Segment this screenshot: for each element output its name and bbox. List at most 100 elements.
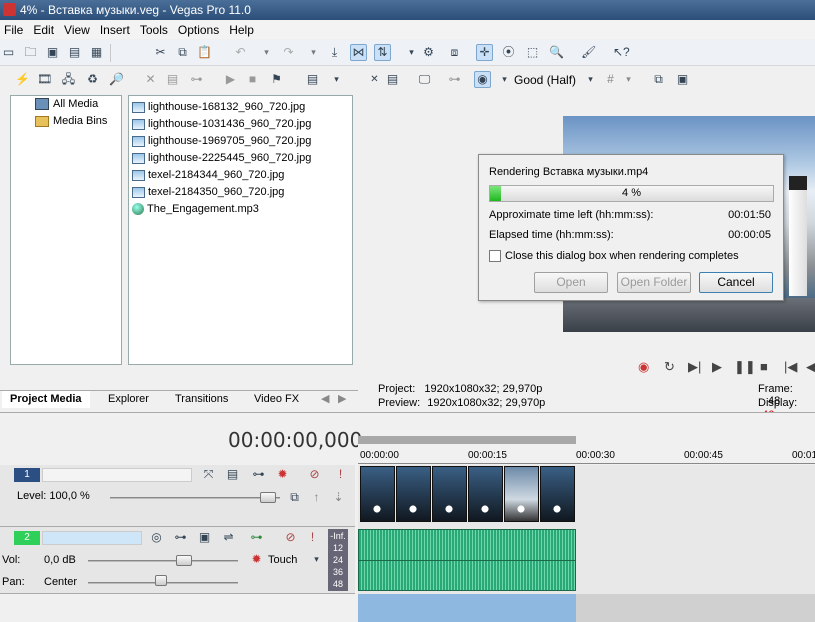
- open-button[interactable]: Open: [534, 272, 608, 293]
- close-when-done-checkbox[interactable]: Close this dialog box when rendering com…: [489, 250, 739, 262]
- ripple-edit-icon[interactable]: ⇅: [374, 44, 391, 61]
- video-event-clip[interactable]: [540, 466, 575, 522]
- level-slider-track[interactable]: [110, 497, 280, 499]
- vol-slider-thumb[interactable]: [176, 555, 192, 566]
- video-event-clip[interactable]: [432, 466, 467, 522]
- list-item[interactable]: lighthouse-2225445_960_720.jpg: [132, 150, 311, 166]
- menu-edit[interactable]: Edit: [29, 23, 60, 37]
- copy-snapshot-icon[interactable]: ⧉: [650, 71, 667, 88]
- auto-crossfade-icon[interactable]: ⋈: [350, 44, 367, 61]
- overlays-grid-icon[interactable]: #: [602, 71, 619, 88]
- tab-transitions[interactable]: Transitions: [167, 391, 236, 408]
- invert-phase-icon[interactable]: ⊶: [172, 529, 189, 546]
- make-child-icon[interactable]: ⇣: [330, 489, 347, 506]
- selection-tool-icon[interactable]: ⬚: [524, 44, 541, 61]
- views-dropdown-icon[interactable]: ▾: [328, 71, 345, 88]
- properties-icon[interactable]: ▤: [66, 44, 83, 61]
- redo-icon[interactable]: ↷: [280, 44, 297, 61]
- paste-icon[interactable]: 📋: [196, 44, 213, 61]
- menu-view[interactable]: View: [60, 23, 96, 37]
- track-fx-icon[interactable]: ▤: [224, 466, 241, 483]
- record-icon[interactable]: ◉: [638, 359, 649, 375]
- copy-icon[interactable]: ⧉: [174, 44, 191, 61]
- external-monitor-icon[interactable]: 🖵: [416, 71, 433, 88]
- menu-tools[interactable]: Tools: [136, 23, 174, 37]
- mute-icon[interactable]: ⊘: [282, 529, 299, 546]
- timeline-ruler[interactable]: 00:00:00 00:00:15 00:00:30 00:00:45 00:0…: [358, 436, 815, 466]
- solo-icon[interactable]: !: [304, 529, 321, 546]
- lock-envelopes-icon[interactable]: ⚙: [420, 44, 437, 61]
- tabs-scroll-right-icon[interactable]: ▶: [335, 391, 349, 408]
- tree-item-media-bins[interactable]: Media Bins: [35, 115, 107, 127]
- stop-icon[interactable]: ■: [760, 359, 768, 374]
- video-event-clip[interactable]: [468, 466, 503, 522]
- overlays-dropdown-icon[interactable]: ▾: [620, 71, 637, 88]
- list-item[interactable]: lighthouse-1969705_960_720.jpg: [132, 133, 311, 149]
- normal-edit-tool-icon[interactable]: ✛: [476, 44, 493, 61]
- video-event-clip[interactable]: [504, 466, 539, 522]
- preview-quality-select[interactable]: Good (Half): [514, 73, 576, 87]
- make-parent-icon[interactable]: ↑: [308, 489, 325, 506]
- list-item[interactable]: The_Engagement.mp3: [132, 201, 259, 217]
- quality-dropdown-icon[interactable]: ▾: [582, 71, 599, 88]
- open-folder-button[interactable]: Open Folder: [617, 272, 691, 293]
- open-icon[interactable]: 🗀: [22, 44, 39, 61]
- empty-track-area[interactable]: [358, 594, 815, 622]
- play-icon[interactable]: ▶: [222, 71, 239, 88]
- pause-icon[interactable]: ❚❚: [734, 359, 756, 375]
- checkbox-box[interactable]: [489, 250, 501, 262]
- video-track-header[interactable]: 1 ⤧ ▤ ⊶ ✹ ⊘ ! Level: 100,0 % ⧉ ↑ ⇣: [0, 465, 355, 527]
- undo-dropdown-icon[interactable]: ▾: [258, 44, 275, 61]
- vol-slider-track[interactable]: [88, 560, 238, 562]
- audio-track-header[interactable]: 2 ◎ ⊶ ▣ ⇌ ⊶ ⊘ ! Vol: 0,0 dB ✹ Touch ▾ Pa…: [0, 527, 355, 594]
- remove-unused-icon[interactable]: ♻: [84, 71, 101, 88]
- loop-playback-icon[interactable]: ↻: [664, 359, 675, 375]
- auto-preview-icon[interactable]: ⚑: [268, 71, 285, 88]
- go-to-end-icon[interactable]: ◀: [806, 359, 815, 375]
- new-icon[interactable]: ▭: [0, 44, 17, 61]
- audio-track-lane[interactable]: [358, 527, 815, 595]
- video-event-clip[interactable]: [360, 466, 395, 522]
- list-item[interactable]: texel-2184350_960_720.jpg: [132, 184, 284, 200]
- compositing-icon[interactable]: ⊶: [250, 466, 267, 483]
- zoom-tool-icon[interactable]: 🔍: [548, 44, 565, 61]
- ignore-grouping-icon[interactable]: ⧈: [446, 44, 463, 61]
- tab-video-fx[interactable]: Video FX: [246, 391, 307, 408]
- mode-dropdown-icon[interactable]: ▾: [308, 551, 325, 568]
- track-fx-icon[interactable]: ▣: [196, 529, 213, 546]
- video-track-lane[interactable]: [358, 465, 815, 527]
- preview-fx-icon[interactable]: ⊶: [446, 71, 463, 88]
- render-icon[interactable]: ▦: [88, 44, 105, 61]
- track-motion-icon[interactable]: ⤧: [200, 466, 217, 483]
- track-name-field[interactable]: [42, 531, 142, 545]
- menu-file[interactable]: File: [0, 23, 29, 37]
- arm-record-icon[interactable]: ◎: [148, 529, 165, 546]
- tab-project-media[interactable]: Project Media: [2, 391, 90, 408]
- undo-icon[interactable]: ↶: [232, 44, 249, 61]
- tab-explorer[interactable]: Explorer: [100, 391, 157, 408]
- loop-region-bar[interactable]: [358, 436, 576, 444]
- go-to-start-icon[interactable]: |◀: [784, 359, 797, 375]
- routing-icon[interactable]: ⊶: [248, 529, 265, 546]
- paint-tool-icon[interactable]: 🖌: [580, 44, 597, 61]
- gear-icon[interactable]: ✹: [274, 466, 291, 483]
- audio-event-clip[interactable]: [358, 529, 576, 591]
- snap-icon[interactable]: ⤓: [326, 44, 343, 61]
- stop-icon[interactable]: ■: [244, 71, 261, 88]
- envelope-tool-icon[interactable]: ⦿: [500, 44, 517, 61]
- cancel-button[interactable]: Cancel: [699, 272, 773, 293]
- track-name-field[interactable]: [42, 468, 192, 482]
- video-event-clip[interactable]: [396, 466, 431, 522]
- automation-mode-select[interactable]: Touch: [268, 554, 297, 566]
- media-plugin-icon[interactable]: ⊶: [188, 71, 205, 88]
- automation-icon[interactable]: ⇌: [220, 529, 237, 546]
- preview-properties-icon[interactable]: ▤: [384, 71, 401, 88]
- list-item[interactable]: lighthouse-1031436_960_720.jpg: [132, 116, 311, 132]
- list-item[interactable]: texel-2184344_960_720.jpg: [132, 167, 284, 183]
- redo-dropdown-icon[interactable]: ▾: [305, 44, 322, 61]
- capture-video-icon[interactable]: 🎞: [36, 71, 53, 88]
- pan-slider-thumb[interactable]: [155, 575, 167, 586]
- split-screen-icon[interactable]: ◉: [474, 71, 491, 88]
- media-fx-icon[interactable]: ▤: [164, 71, 181, 88]
- solo-icon[interactable]: !: [332, 466, 349, 483]
